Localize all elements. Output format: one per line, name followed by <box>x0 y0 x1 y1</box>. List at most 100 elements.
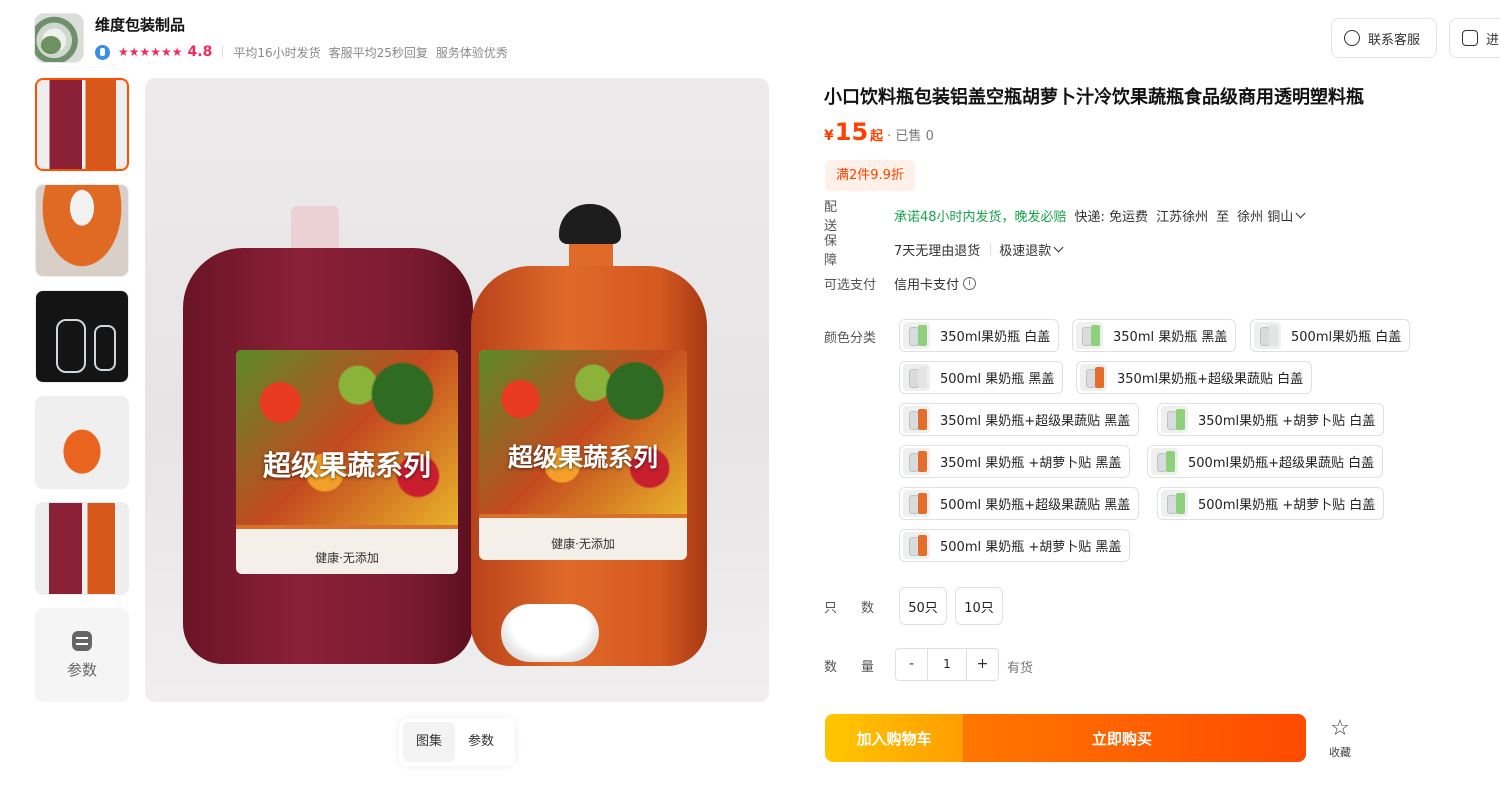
shop-meta: ★★★★★★ 4.8 平均16小时发货 客服平均25秒回复 服务体验优秀 <box>95 43 516 61</box>
quantity-label: 数量 <box>824 660 899 675</box>
price-symbol: ¥ <box>824 128 834 144</box>
store-icon <box>1462 30 1478 46</box>
chevron-down-icon[interactable] <box>1295 208 1306 218</box>
count-option-50[interactable]: 50只 <box>899 587 947 625</box>
tab-params[interactable]: 参数 <box>455 722 507 762</box>
sku-thumbnail <box>1254 322 1281 349</box>
sku-option[interactable]: 500ml果奶瓶+超级果蔬贴 白盖 <box>1147 445 1384 478</box>
sku-thumbnail <box>903 532 930 559</box>
sku-thumbnail <box>903 364 930 391</box>
sku-option-label: 500ml 果奶瓶 黑盖 <box>940 372 1055 387</box>
sku-option-label: 500ml果奶瓶+超级果蔬贴 白盖 <box>1188 456 1375 471</box>
shipping-label: 配送 <box>824 200 862 234</box>
quantity-stepper: - 1 + <box>895 648 999 681</box>
contact-service-button[interactable]: 联系客服 <box>1331 18 1437 58</box>
thumbnail-params-label: 参数 <box>66 660 97 679</box>
sku-label: 颜色分类 <box>824 331 877 346</box>
thumbnail-1[interactable] <box>35 78 129 171</box>
sku-option-label: 500ml果奶瓶 +胡萝卜贴 白盖 <box>1198 498 1376 513</box>
price: 15 <box>834 118 869 146</box>
sku-option[interactable]: 500ml 果奶瓶 +胡萝卜贴 黑盖 <box>899 529 1131 562</box>
increment-button[interactable]: + <box>967 649 998 680</box>
thumbnail-3[interactable] <box>35 290 129 383</box>
shop-meta-service: 服务体验优秀 <box>435 45 508 60</box>
shop-meta-reply: 客服平均25秒回复 <box>328 45 428 60</box>
favorite-label: 收藏 <box>1329 746 1351 759</box>
shipping-to-word: 至 <box>1216 209 1230 225</box>
sku-option[interactable]: 500ml果奶瓶 白盖 <box>1250 319 1411 352</box>
sku-thumbnail <box>903 448 930 475</box>
favorite-button[interactable]: ☆ 收藏 <box>1323 718 1357 760</box>
sku-option-label: 500ml 果奶瓶 +胡萝卜贴 黑盖 <box>940 540 1122 555</box>
guarantee-label: 保障 <box>824 234 862 268</box>
sku-option-label: 500ml果奶瓶 白盖 <box>1291 330 1402 345</box>
shop-logo[interactable] <box>34 13 84 63</box>
sku-option-label: 350ml果奶瓶+超级果蔬贴 白盖 <box>1117 372 1304 387</box>
count-label: 只数 <box>824 601 899 616</box>
shipping-promise: 承诺48小时内发货，晚发必赔 <box>894 209 1067 225</box>
buy-now-button[interactable]: 立即购买 <box>938 714 1306 762</box>
sku-option[interactable]: 350ml果奶瓶 白盖 <box>899 319 1060 352</box>
sku-option[interactable]: 500ml果奶瓶 +胡萝卜贴 白盖 <box>1157 487 1385 520</box>
sku-option[interactable]: 350ml果奶瓶+超级果蔬贴 白盖 <box>1076 361 1313 394</box>
sku-thumbnail <box>1151 448 1178 475</box>
stock-status: 有货 <box>1007 661 1034 676</box>
shipping-fee: 快递: 免运费 <box>1074 209 1149 225</box>
add-to-cart-button[interactable]: 加入购物车 <box>825 714 963 762</box>
product-title: 小口饮料瓶包装铝盖空瓶胡萝卜汁冷饮果蔬瓶食品级商用透明塑料瓶 <box>824 87 1364 108</box>
sku-thumbnail <box>903 406 930 433</box>
shop-meta-shipping: 平均16小时发货 <box>233 45 321 60</box>
sku-option-label: 350ml 果奶瓶 +胡萝卜贴 黑盖 <box>940 456 1122 471</box>
chat-icon <box>1344 30 1360 46</box>
shipping-destination[interactable]: 徐州 铜山 <box>1237 206 1293 225</box>
sku-option-label: 350ml果奶瓶 +胡萝卜贴 白盖 <box>1198 414 1376 429</box>
chevron-down-icon[interactable] <box>1053 242 1064 252</box>
sku-thumbnail <box>903 322 930 349</box>
sku-thumbnail <box>1080 364 1107 391</box>
black-cap <box>559 204 621 244</box>
guarantee-refund[interactable]: 极速退款 <box>999 240 1051 259</box>
info-icon[interactable]: i <box>963 276 977 290</box>
shop-rating: 4.8 <box>187 44 213 60</box>
label-subtitle: 健康·无添加 <box>315 551 379 565</box>
sku-option-label: 350ml 果奶瓶 黑盖 <box>1113 330 1228 345</box>
payment-row: 可选支付 信用卡支付 i <box>824 273 977 293</box>
payment-label: 可选支付 <box>824 277 877 293</box>
sku-thumbnail <box>903 490 930 517</box>
thumbnail-params[interactable]: 参数 <box>35 608 129 702</box>
sku-option-label: 350ml 果奶瓶+超级果蔬贴 黑盖 <box>940 414 1131 429</box>
divider <box>222 46 224 58</box>
sku-option[interactable]: 350ml 果奶瓶 +胡萝卜贴 黑盖 <box>899 445 1131 478</box>
sku-option[interactable]: 350ml果奶瓶 +胡萝卜贴 白盖 <box>1157 403 1385 436</box>
count-option-10[interactable]: 10只 <box>955 587 1003 625</box>
guarantee-return: 7天无理由退货 <box>894 243 981 259</box>
sku-thumbnail <box>1161 490 1188 517</box>
sku-option[interactable]: 350ml 果奶瓶 黑盖 <box>1072 319 1237 352</box>
decrement-button[interactable]: - <box>896 649 927 680</box>
sku-thumbnail <box>1161 406 1188 433</box>
bottle-label: 超级果蔬系列 健康·无添加 <box>236 350 458 574</box>
price-suffix: 起 <box>870 129 884 144</box>
tab-gallery[interactable]: 图集 <box>403 722 455 762</box>
contact-service-label: 联系客服 <box>1368 32 1421 48</box>
payment-method: 信用卡支付 <box>894 277 960 293</box>
sku-option[interactable]: 350ml 果奶瓶+超级果蔬贴 黑盖 <box>899 403 1140 436</box>
shop-rank-icon <box>95 44 110 60</box>
label-subtitle: 健康·无添加 <box>551 537 615 551</box>
thumbnail-5[interactable] <box>35 502 129 595</box>
main-product-image[interactable]: 超级果蔬系列 健康·无添加 超级果蔬系列 健康·无添加 <box>145 78 769 702</box>
promo-badge[interactable]: 满2件9.9折 <box>825 160 915 191</box>
price-row: ¥ 15 起 · 已售 0 <box>824 118 934 146</box>
sku-option[interactable]: 500ml 果奶瓶 黑盖 <box>899 361 1064 394</box>
sku-thumbnail <box>1076 322 1103 349</box>
divider <box>990 243 992 255</box>
enter-shop-button[interactable]: 进 <box>1449 18 1500 58</box>
guarantee-row: 保障 7天无理由退货 极速退款 <box>824 234 1068 268</box>
shop-name[interactable]: 维度包装制品 <box>95 14 185 35</box>
gallery-tabs: 图集 参数 <box>399 718 515 766</box>
quantity-input[interactable]: 1 <box>927 649 967 680</box>
sku-option[interactable]: 500ml 果奶瓶+超级果蔬贴 黑盖 <box>899 487 1140 520</box>
thumbnail-2[interactable] <box>35 184 129 277</box>
thumbnail-4[interactable] <box>35 396 129 489</box>
sold-count: · 已售 0 <box>887 129 934 144</box>
